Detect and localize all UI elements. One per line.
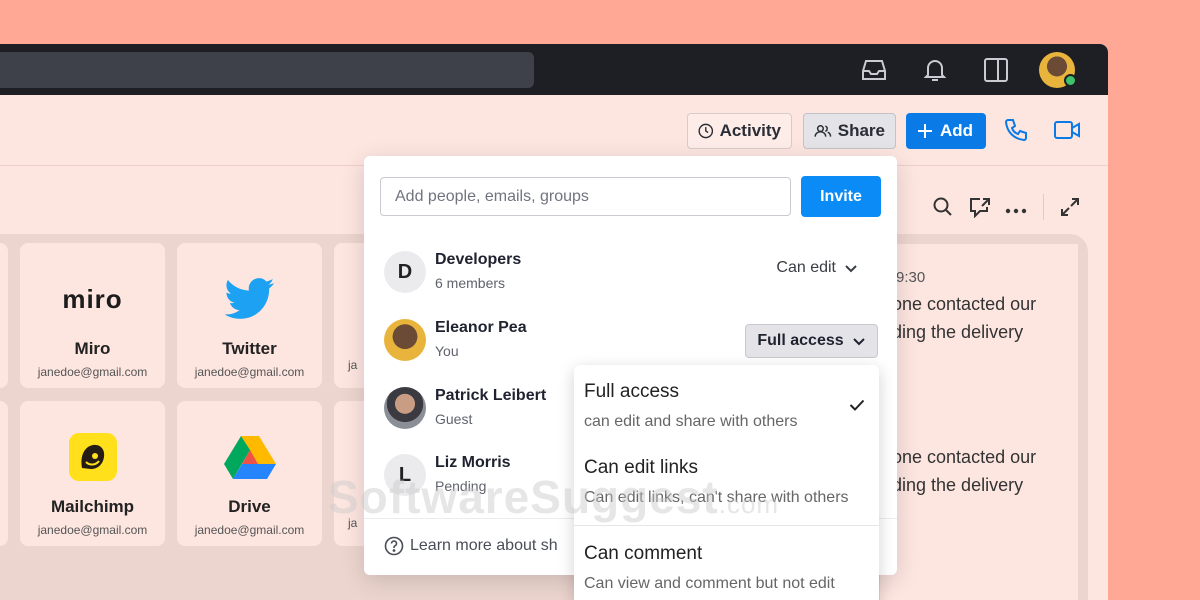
learn-more-label: Learn more about sh xyxy=(410,537,558,554)
member-row-developers: D Developers 6 members Can edit xyxy=(384,250,874,298)
invite-input[interactable] xyxy=(380,177,791,216)
share-button[interactable]: Share xyxy=(803,113,896,149)
option-description: can edit and share with others xyxy=(584,413,798,430)
checkmark-icon xyxy=(849,398,865,416)
open-chat-icon[interactable] xyxy=(968,196,992,220)
clock-icon xyxy=(698,123,714,139)
member-subtitle: 6 members xyxy=(435,275,506,291)
permission-label: Full access xyxy=(757,332,844,349)
member-subtitle: You xyxy=(435,343,459,359)
app-name: Drive xyxy=(228,497,271,516)
plus-icon xyxy=(918,124,932,138)
member-row-eleanor: Eleanor Pea You Full access xyxy=(384,318,878,366)
app-email: janedoe@gmail.com xyxy=(37,365,148,379)
learn-more-link[interactable]: Learn more about sh xyxy=(384,536,574,556)
member-name: Patrick Leibert xyxy=(435,387,547,404)
invite-button[interactable]: Invite xyxy=(801,176,881,217)
option-title: Can comment xyxy=(584,543,703,564)
avatar xyxy=(384,319,426,361)
app-card-drive[interactable]: Drive janedoe@gmail.com xyxy=(177,401,322,546)
more-options-icon[interactable] xyxy=(1004,202,1028,226)
app-name: Miro xyxy=(74,339,111,358)
mailchimp-logo xyxy=(68,427,118,487)
member-name: Developers xyxy=(435,251,522,268)
app-card-partial[interactable] xyxy=(0,401,8,546)
title-bar xyxy=(0,44,1108,95)
group-avatar: D xyxy=(384,251,426,293)
help-icon xyxy=(384,536,404,556)
chevron-down-icon xyxy=(852,337,865,345)
app-name: Mailchimp xyxy=(50,497,135,516)
chevron-down-icon xyxy=(845,264,857,272)
option-can-comment[interactable]: Can comment Can view and comment but not… xyxy=(584,543,874,593)
activity-button[interactable]: Activity xyxy=(687,113,792,149)
inbox-icon[interactable] xyxy=(860,56,888,84)
app-email: janedoe@gmail.com xyxy=(37,523,148,537)
share-label: Share xyxy=(837,121,885,140)
app-card-mailchimp[interactable]: Mailchimp janedoe@gmail.com xyxy=(20,401,165,546)
chat-message-line: one contacted our xyxy=(892,447,1037,467)
address-bar[interactable] xyxy=(0,52,534,88)
icon-divider xyxy=(1043,194,1044,220)
app-name: Twitter xyxy=(222,339,277,358)
add-button[interactable]: Add xyxy=(906,113,986,149)
add-label: Add xyxy=(940,121,974,140)
bell-icon[interactable] xyxy=(921,56,949,84)
option-full-access[interactable]: Full access can edit and share with othe… xyxy=(584,381,874,431)
search-icon[interactable] xyxy=(932,196,954,220)
twitter-logo xyxy=(224,269,275,329)
permission-label: Can edit xyxy=(776,259,836,276)
miro-logo: miro xyxy=(62,283,123,314)
option-divider xyxy=(574,525,879,526)
permission-select[interactable]: Full access xyxy=(745,324,878,358)
sidebar-toggle-icon[interactable] xyxy=(982,56,1010,84)
app-email: janedoe@gmail.com xyxy=(194,523,305,537)
avatar xyxy=(384,387,426,429)
app-card-partial[interactable] xyxy=(0,243,8,388)
drive-logo xyxy=(223,427,276,487)
app-email: ja xyxy=(348,358,358,372)
member-subtitle: Guest xyxy=(435,411,473,427)
expand-icon[interactable] xyxy=(1059,196,1081,220)
app-card-twitter[interactable]: Twitter janedoe@gmail.com xyxy=(177,243,322,388)
chat-message-line: one contacted our xyxy=(892,294,1037,314)
watermark: SoftwareSuggest.com xyxy=(328,471,780,523)
video-call-icon[interactable] xyxy=(1052,116,1082,144)
permission-select[interactable]: Can edit xyxy=(776,259,858,277)
option-title: Full access xyxy=(584,381,680,402)
online-status-indicator xyxy=(1064,74,1077,87)
people-icon xyxy=(814,125,832,137)
phone-icon[interactable] xyxy=(1002,116,1030,144)
app-email: janedoe@gmail.com xyxy=(194,365,305,379)
chat-message-line: ding the delivery xyxy=(892,475,1024,495)
app-card-miro[interactable]: miro Miro janedoe@gmail.com xyxy=(20,243,165,388)
chat-panel: 9:30 one contacted our ding the delivery… xyxy=(880,244,1078,600)
option-description: Can view and comment but not edit xyxy=(584,575,835,592)
chat-message-line: ding the delivery xyxy=(892,322,1024,342)
member-name: Eleanor Pea xyxy=(435,319,527,336)
activity-label: Activity xyxy=(719,121,781,140)
chat-timestamp: 9:30 xyxy=(896,269,926,286)
